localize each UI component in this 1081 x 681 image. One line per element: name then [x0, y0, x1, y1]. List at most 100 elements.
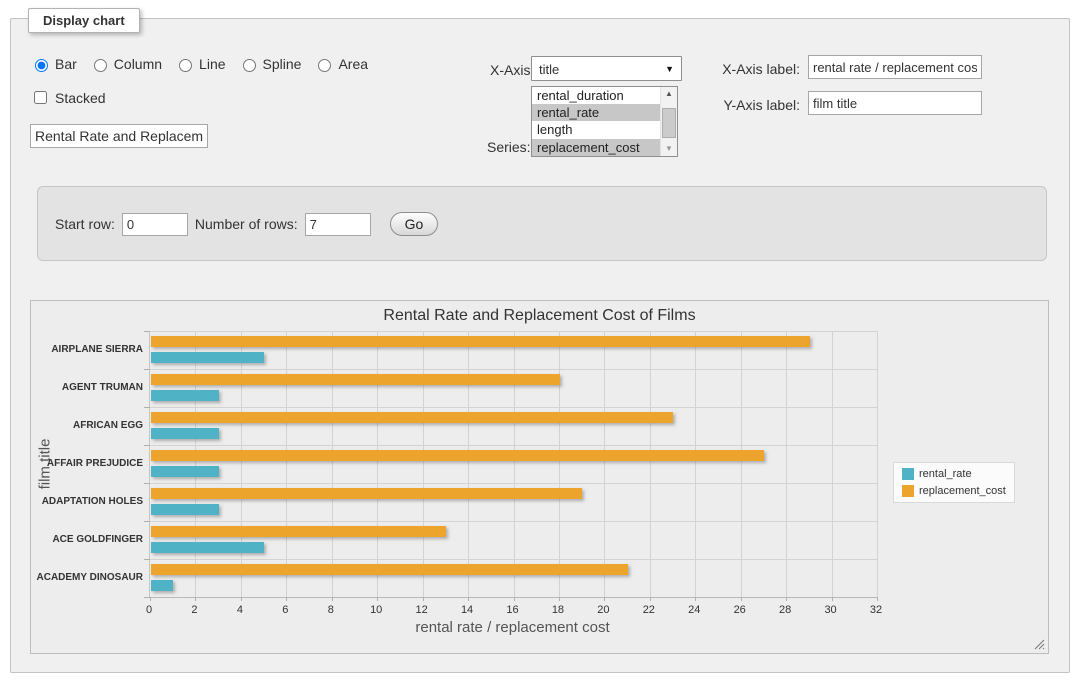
gridline-vertical: [423, 331, 424, 597]
chart-type-radio-spline[interactable]: [243, 59, 256, 72]
listbox-scrollbar[interactable]: ▲ ▼: [660, 87, 677, 156]
legend-item-replacement_cost[interactable]: replacement_cost: [902, 485, 1006, 497]
bar-rental_rate-affair-prejudice[interactable]: [151, 466, 219, 477]
x-axis-title: rental rate / replacement cost: [149, 619, 876, 636]
chart-legend: rental_rate replacement_cost: [893, 462, 1015, 503]
x-tick-label-18: 18: [538, 604, 578, 616]
chart-type-area[interactable]: Area: [313, 56, 368, 72]
x-axis-label-input[interactable]: [808, 55, 982, 79]
gridline-vertical: [332, 331, 333, 597]
bar-replacement_cost-affair-prejudice[interactable]: [151, 450, 764, 461]
series-option-rental_duration[interactable]: rental_duration: [532, 87, 660, 104]
gridline-vertical: [514, 331, 515, 597]
resize-handle-icon[interactable]: [1034, 639, 1045, 650]
number-of-rows-label: Number of rows:: [195, 216, 298, 232]
category-label-african-egg: AFRICAN EGG: [35, 420, 143, 431]
category-label-academy-dinosaur: ACADEMY DINOSAUR: [35, 572, 143, 583]
bar-replacement_cost-academy-dinosaur[interactable]: [151, 564, 628, 575]
bar-rental_rate-academy-dinosaur[interactable]: [151, 580, 173, 591]
scroll-up-icon[interactable]: ▲: [661, 87, 677, 101]
x-tick-mark: [741, 597, 742, 601]
chart-type-radio-line[interactable]: [179, 59, 192, 72]
bar-replacement_cost-adaptation-holes[interactable]: [151, 488, 582, 499]
gridline-vertical: [377, 331, 378, 597]
gridline-vertical: [695, 331, 696, 597]
y-axis-title: film title: [37, 439, 54, 490]
go-button[interactable]: Go: [390, 212, 439, 236]
bar-replacement_cost-agent-truman[interactable]: [151, 374, 560, 385]
x-axis-select[interactable]: title ▼: [531, 56, 682, 81]
x-tick-label-0: 0: [129, 604, 169, 616]
x-tick-mark: [286, 597, 287, 601]
bar-rental_rate-ace-goldfinger[interactable]: [151, 542, 264, 553]
series-listbox[interactable]: rental_durationrental_ratelengthreplacem…: [531, 86, 678, 157]
x-tick-mark: [332, 597, 333, 601]
x-tick-mark: [650, 597, 651, 601]
legend-label: rental_rate: [919, 468, 972, 480]
series-option-length[interactable]: length: [532, 121, 660, 138]
y-tick-mark: [144, 331, 150, 332]
y-tick-mark: [144, 407, 150, 408]
series-option-rental_rate[interactable]: rental_rate: [532, 104, 660, 121]
gridline-horizontal: [150, 483, 877, 484]
x-tick-mark: [695, 597, 696, 601]
gridline-vertical: [877, 331, 878, 597]
chart-title-input[interactable]: [30, 124, 208, 148]
chart-type-column[interactable]: Column: [89, 56, 162, 72]
y-axis-label-caption: Y-Axis label:: [713, 97, 800, 113]
chart-type-radio-bar[interactable]: [35, 59, 48, 72]
fieldset-legend: Display chart: [28, 8, 140, 33]
chart-type-radio-column[interactable]: [94, 59, 107, 72]
row-range-panel: Start row: Number of rows: Go: [37, 186, 1047, 261]
bar-replacement_cost-airplane-sierra[interactable]: [151, 336, 810, 347]
chart-type-spline[interactable]: Spline: [238, 56, 302, 72]
gridline-vertical: [195, 331, 196, 597]
x-tick-label-28: 28: [765, 604, 805, 616]
bar-replacement_cost-ace-goldfinger[interactable]: [151, 526, 446, 537]
start-row-input[interactable]: [122, 213, 188, 236]
stacked-row: Stacked: [30, 88, 106, 107]
gridline-vertical: [559, 331, 560, 597]
stacked-checkbox[interactable]: [34, 91, 47, 104]
y-tick-mark: [144, 445, 150, 446]
x-axis-label-caption: X-Axis label:: [713, 61, 800, 77]
x-tick-label-24: 24: [674, 604, 714, 616]
chart-container: Rental Rate and Replacement Cost of Film…: [30, 300, 1049, 654]
chart-type-label: Area: [338, 56, 368, 72]
x-tick-mark: [604, 597, 605, 601]
plot-area: [149, 331, 877, 598]
gridline-horizontal: [150, 521, 877, 522]
x-tick-mark: [877, 597, 878, 601]
gridline-horizontal: [150, 407, 877, 408]
bar-rental_rate-airplane-sierra[interactable]: [151, 352, 264, 363]
x-tick-label-8: 8: [311, 604, 351, 616]
start-row-label: Start row:: [55, 216, 115, 232]
number-of-rows-input[interactable]: [305, 213, 371, 236]
chart-type-bar[interactable]: Bar: [30, 56, 77, 72]
x-tick-mark: [514, 597, 515, 601]
scroll-down-icon[interactable]: ▼: [661, 142, 677, 156]
legend-label: replacement_cost: [919, 485, 1006, 497]
x-tick-label-16: 16: [493, 604, 533, 616]
category-label-agent-truman: AGENT TRUMAN: [35, 382, 143, 393]
y-tick-mark: [144, 369, 150, 370]
x-tick-mark: [423, 597, 424, 601]
series-option-replacement_cost[interactable]: replacement_cost: [532, 139, 660, 156]
bar-rental_rate-adaptation-holes[interactable]: [151, 504, 219, 515]
y-tick-mark: [144, 521, 150, 522]
bar-rental_rate-agent-truman[interactable]: [151, 390, 219, 401]
bar-rental_rate-african-egg[interactable]: [151, 428, 219, 439]
bar-replacement_cost-african-egg[interactable]: [151, 412, 673, 423]
x-tick-label-20: 20: [583, 604, 623, 616]
page: Display chart Bar Column Line Spline Area St…: [0, 0, 1081, 681]
chart-type-label: Line: [199, 56, 225, 72]
y-axis-label-input[interactable]: [808, 91, 982, 115]
legend-item-rental_rate[interactable]: rental_rate: [902, 468, 1006, 480]
scrollbar-thumb[interactable]: [662, 108, 676, 138]
category-label-adaptation-holes: ADAPTATION HOLES: [35, 496, 143, 507]
chart-type-radio-area[interactable]: [318, 59, 331, 72]
y-tick-mark: [144, 483, 150, 484]
gridline-vertical: [786, 331, 787, 597]
chart-type-line[interactable]: Line: [174, 56, 225, 72]
x-tick-label-30: 30: [811, 604, 851, 616]
